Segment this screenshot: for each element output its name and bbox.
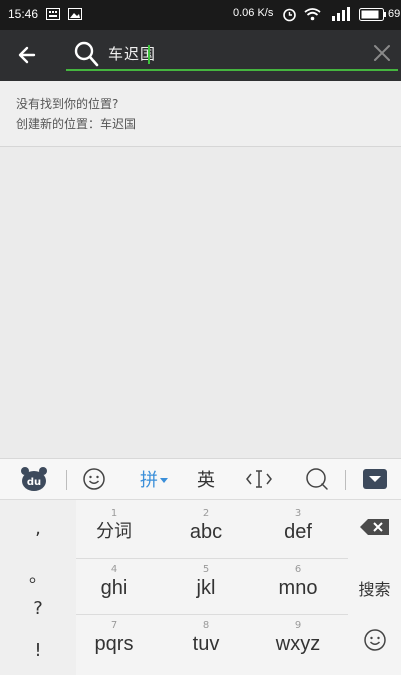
backspace-icon xyxy=(359,519,389,535)
create-location-suggestion[interactable]: 没有找到你的位置? 创建新的位置：车迟国 xyxy=(0,81,401,147)
text-cursor xyxy=(148,45,150,64)
pinyin-mode-button[interactable]: 拼 xyxy=(134,465,174,493)
key-number: 4 xyxy=(110,564,118,575)
key-label: pqrs xyxy=(94,633,134,655)
key-number: 9 xyxy=(294,620,302,631)
t9-key-5[interactable]: 5 jkl xyxy=(161,558,251,612)
key-label: abc xyxy=(189,521,223,543)
t9-key-2[interactable]: 2 abc xyxy=(161,502,251,556)
hide-keyboard-icon[interactable] xyxy=(361,465,389,493)
key-label: 分词 xyxy=(96,521,132,542)
search-key[interactable]: 搜索 xyxy=(348,576,401,600)
results-area: 没有找到你的位置? 创建新的位置：车迟国 xyxy=(0,81,401,458)
backspace-key[interactable] xyxy=(348,518,401,540)
search-key-label: 搜索 xyxy=(358,580,391,599)
key-number: 3 xyxy=(294,508,302,519)
baidu-ime-logo-icon[interactable]: du xyxy=(18,465,50,493)
key-label: def xyxy=(284,521,312,543)
punctuation-key[interactable]: ! xyxy=(0,640,76,661)
keyboard-toolbar: du 拼 英 xyxy=(0,458,401,500)
key-label: ghi xyxy=(100,577,128,599)
punctuation-key[interactable]: , xyxy=(0,518,76,539)
keyboard-notification-icon xyxy=(46,8,60,20)
key-label: wxyz xyxy=(275,633,321,655)
status-time: 15:46 xyxy=(8,7,39,21)
ime-search-icon[interactable] xyxy=(303,465,331,493)
alarm-icon xyxy=(283,8,296,22)
key-number: 5 xyxy=(202,564,210,575)
emoji-key[interactable] xyxy=(348,628,401,656)
not-found-text: 没有找到你的位置? xyxy=(16,97,119,111)
signal-icon xyxy=(332,7,350,21)
smiley-icon xyxy=(363,629,386,651)
key-number: 8 xyxy=(202,620,210,631)
pinyin-label: 拼 xyxy=(140,470,158,491)
wifi-icon xyxy=(304,8,321,21)
search-icon xyxy=(74,41,99,67)
key-number: 2 xyxy=(202,508,210,519)
toolbar-divider xyxy=(66,470,67,490)
back-arrow-icon[interactable] xyxy=(12,40,44,70)
search-header: 车迟国 xyxy=(0,30,401,81)
t9-key-7[interactable]: 7 pqrs xyxy=(69,614,159,668)
chevron-down-icon xyxy=(160,478,168,483)
key-number: 6 xyxy=(294,564,302,575)
t9-key-8[interactable]: 8 tuv xyxy=(161,614,251,668)
punctuation-key[interactable]: ? xyxy=(0,598,76,619)
emoji-icon[interactable] xyxy=(80,465,108,493)
key-label: jkl xyxy=(196,577,216,599)
toolbar-divider xyxy=(345,470,346,490)
t9-key-3[interactable]: 3 def xyxy=(253,502,343,556)
image-notification-icon xyxy=(68,8,82,20)
t9-key-6[interactable]: 6 mno xyxy=(253,558,343,612)
punctuation-column: , 。 ? ! xyxy=(0,500,76,675)
t9-key-4[interactable]: 4 ghi xyxy=(69,558,159,612)
battery-icon xyxy=(359,8,386,21)
clear-icon[interactable] xyxy=(371,42,393,64)
key-number: 7 xyxy=(110,620,118,631)
search-underline xyxy=(66,69,398,71)
english-label: 英 xyxy=(197,470,215,491)
key-label: tuv xyxy=(192,633,220,655)
status-bar: 15:46 0.06 K/s 69 xyxy=(0,0,401,30)
svg-text:du: du xyxy=(27,477,41,488)
cursor-move-icon[interactable] xyxy=(244,465,274,493)
t9-key-1[interactable]: 1 分词 xyxy=(69,502,159,556)
punctuation-key[interactable]: 。 xyxy=(0,562,76,588)
battery-level: 69 xyxy=(388,8,401,20)
t9-keyboard: , 。 ? ! 1 分词 2 abc 3 def 4 ghi 5 jkl 6 m… xyxy=(0,500,401,675)
create-location-text: 创建新的位置：车迟国 xyxy=(16,117,137,131)
t9-key-9[interactable]: 9 wxyz xyxy=(253,614,343,668)
network-speed: 0.06 K/s xyxy=(233,7,274,19)
english-mode-button[interactable]: 英 xyxy=(192,465,220,493)
key-number: 1 xyxy=(110,508,118,519)
key-label: mno xyxy=(278,577,318,599)
